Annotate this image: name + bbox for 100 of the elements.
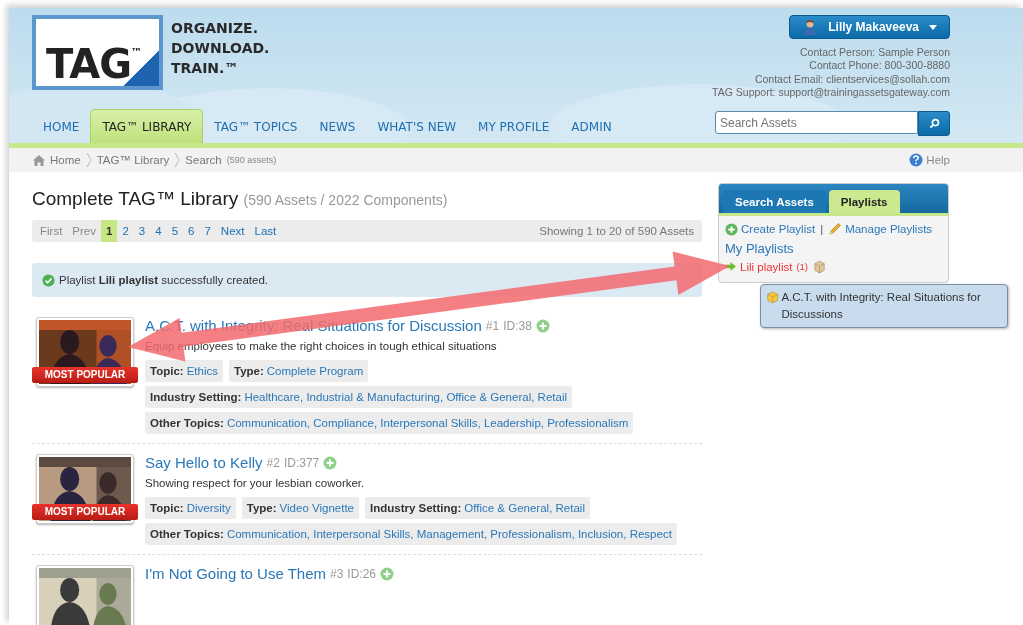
tag-link[interactable]: Inclusion, xyxy=(577,528,627,540)
tag-link[interactable]: Leadership, xyxy=(483,417,544,429)
help-icon xyxy=(909,153,924,167)
contact-line: Contact Person: Sample Person xyxy=(800,46,950,60)
tag-link[interactable]: Communication, xyxy=(226,417,310,429)
tag-link[interactable]: Compliance, xyxy=(313,417,378,429)
page-link[interactable]: 1 xyxy=(101,220,118,242)
manage-playlists-link[interactable]: Manage Playlists xyxy=(845,223,933,235)
tag-link[interactable]: Office & General, xyxy=(464,502,553,514)
package-icon[interactable] xyxy=(812,259,828,274)
tag-link[interactable]: Respect xyxy=(629,528,672,540)
tag-link[interactable]: Retail xyxy=(537,391,567,403)
add-icon[interactable] xyxy=(535,318,550,333)
page-link[interactable]: 3 xyxy=(133,220,151,242)
asset-id: ID:26 xyxy=(347,566,377,581)
tag-link[interactable]: Retail xyxy=(555,502,585,514)
nav-tab[interactable]: TAG™ TOPICS xyxy=(203,110,309,143)
chevron-icon xyxy=(85,152,92,168)
pencil-icon xyxy=(828,222,843,236)
tagline-line: TRAIN.™ xyxy=(171,59,240,78)
tag-link[interactable]: Communication, xyxy=(226,528,310,540)
tag-label: Other Topics: xyxy=(150,417,224,429)
user-icon xyxy=(802,19,819,35)
asset-id: ID:377 xyxy=(283,455,320,470)
tag-link[interactable]: Interpersonal Skills, xyxy=(380,417,481,429)
tag-link[interactable]: Office & General, xyxy=(446,391,535,403)
alert-message: Playlist Lili playlist successfully created. xyxy=(59,274,268,286)
contact-line: TAG Support: support@trainingassetsgateway.com xyxy=(712,85,950,100)
tag-label: Type: xyxy=(234,365,264,377)
tagline-line: ORGANIZE. xyxy=(171,19,259,38)
asset-id: ID:38 xyxy=(503,318,532,333)
help-link[interactable]: Help xyxy=(909,153,950,167)
tag-label: Topic: xyxy=(150,365,184,377)
popularity-ribbon: MOST POPULAR xyxy=(32,504,138,520)
nav-tab[interactable]: ADMIN xyxy=(560,110,623,143)
tag-link[interactable]: Video Vignette xyxy=(279,502,354,514)
page-link[interactable]: 7 xyxy=(199,220,216,242)
tag-label: Topic: xyxy=(150,502,184,514)
chevron-icon xyxy=(174,152,181,168)
tag-link[interactable]: Management, xyxy=(416,528,488,540)
page-link[interactable]: 5 xyxy=(166,220,184,242)
tag-link[interactable]: Ethics xyxy=(186,365,218,377)
nav-tab[interactable]: WHAT'S NEW xyxy=(366,110,468,143)
tag-label: Industry Setting: xyxy=(369,502,462,514)
user-menu-button[interactable]: Lilly Makaveeva xyxy=(789,15,950,39)
breadcrumb-link[interactable]: Home xyxy=(50,154,81,166)
asset-title-link[interactable]: I'm Not Going to Use Them xyxy=(145,565,326,582)
asset-title-link[interactable]: Say Hello to Kelly xyxy=(145,454,263,471)
breadcrumb-link[interactable]: TAG™ Library xyxy=(96,154,170,166)
contact-line: Contact Phone: 800-300-8880 xyxy=(809,59,950,73)
page-link[interactable]: 4 xyxy=(150,220,167,242)
page-link[interactable]: 6 xyxy=(183,220,200,242)
logo[interactable]: TAG$^{™}$ xyxy=(32,15,163,90)
page-link[interactable]: 2 xyxy=(117,220,134,242)
asset-description: Showing respect for your lesbian coworker. xyxy=(145,477,366,489)
playlist-link[interactable]: Lili playlist xyxy=(740,260,793,273)
page-link[interactable]: Last xyxy=(249,220,282,242)
page-subtitle: (590 Assets / 2022 Components) xyxy=(243,192,448,208)
search-icon xyxy=(928,118,940,130)
tagline-line: DOWNLOAD. xyxy=(171,39,270,58)
check-icon xyxy=(42,273,55,287)
tag-link[interactable]: Diversity xyxy=(186,502,231,514)
contact-line: Contact Email: clientservices@sollah.com xyxy=(754,72,950,86)
asset-number: #2 xyxy=(266,455,280,470)
add-icon[interactable] xyxy=(380,566,395,581)
tag-link[interactable]: Interpersonal Skills, xyxy=(313,528,414,540)
asset-count: (590 assets) xyxy=(226,155,277,165)
tag-link[interactable]: Healthcare, xyxy=(244,391,304,403)
page-link[interactable]: Next xyxy=(215,220,250,242)
results-summary: Showing 1 to 20 of 590 Assets xyxy=(539,225,694,237)
tag-label: Type: xyxy=(246,502,277,514)
tag-link[interactable]: Professionalism xyxy=(547,417,629,429)
asset-number: #1 xyxy=(485,318,500,333)
popularity-ribbon: MOST POPULAR xyxy=(32,367,138,383)
tag-link[interactable]: Professionalism, xyxy=(490,528,575,540)
nav-tab[interactable]: MY PROFILE xyxy=(467,110,561,143)
playlist-count: (1) xyxy=(796,261,809,272)
home-icon xyxy=(33,154,45,166)
nav-tab[interactable]: HOME xyxy=(32,110,91,143)
nav-tab[interactable]: NEWS xyxy=(308,110,367,143)
tag-link[interactable]: Industrial & Manufacturing, xyxy=(306,391,444,403)
search-field[interactable]: Search Assets xyxy=(715,111,918,135)
tag-label: Industry Setting: xyxy=(150,391,242,403)
section-heading: My Playlists xyxy=(725,241,795,256)
asset-number: #3 xyxy=(330,566,344,581)
page-title: Complete TAG™ Library xyxy=(32,188,239,209)
sidebar-tab[interactable]: Playlists xyxy=(828,190,900,213)
package-icon xyxy=(766,289,780,305)
breadcrumb-current[interactable]: Search xyxy=(185,154,222,166)
caret-icon xyxy=(929,24,937,30)
sidebar-tab[interactable]: Search Assets xyxy=(723,190,826,213)
tag-link[interactable]: Complete Program xyxy=(266,365,364,377)
create-playlist-link[interactable]: Create Playlist xyxy=(741,223,816,235)
add-icon xyxy=(725,222,738,236)
link-separator: | xyxy=(820,223,824,235)
add-icon[interactable] xyxy=(323,455,338,470)
search-button[interactable] xyxy=(918,111,950,137)
nav-tab[interactable]: TAG™ LIBRARY xyxy=(90,109,204,143)
tooltip-text: A.C.T. with Integrity: Real Situations for Discussions xyxy=(781,290,982,322)
tag-label: Other Topics: xyxy=(150,528,224,540)
